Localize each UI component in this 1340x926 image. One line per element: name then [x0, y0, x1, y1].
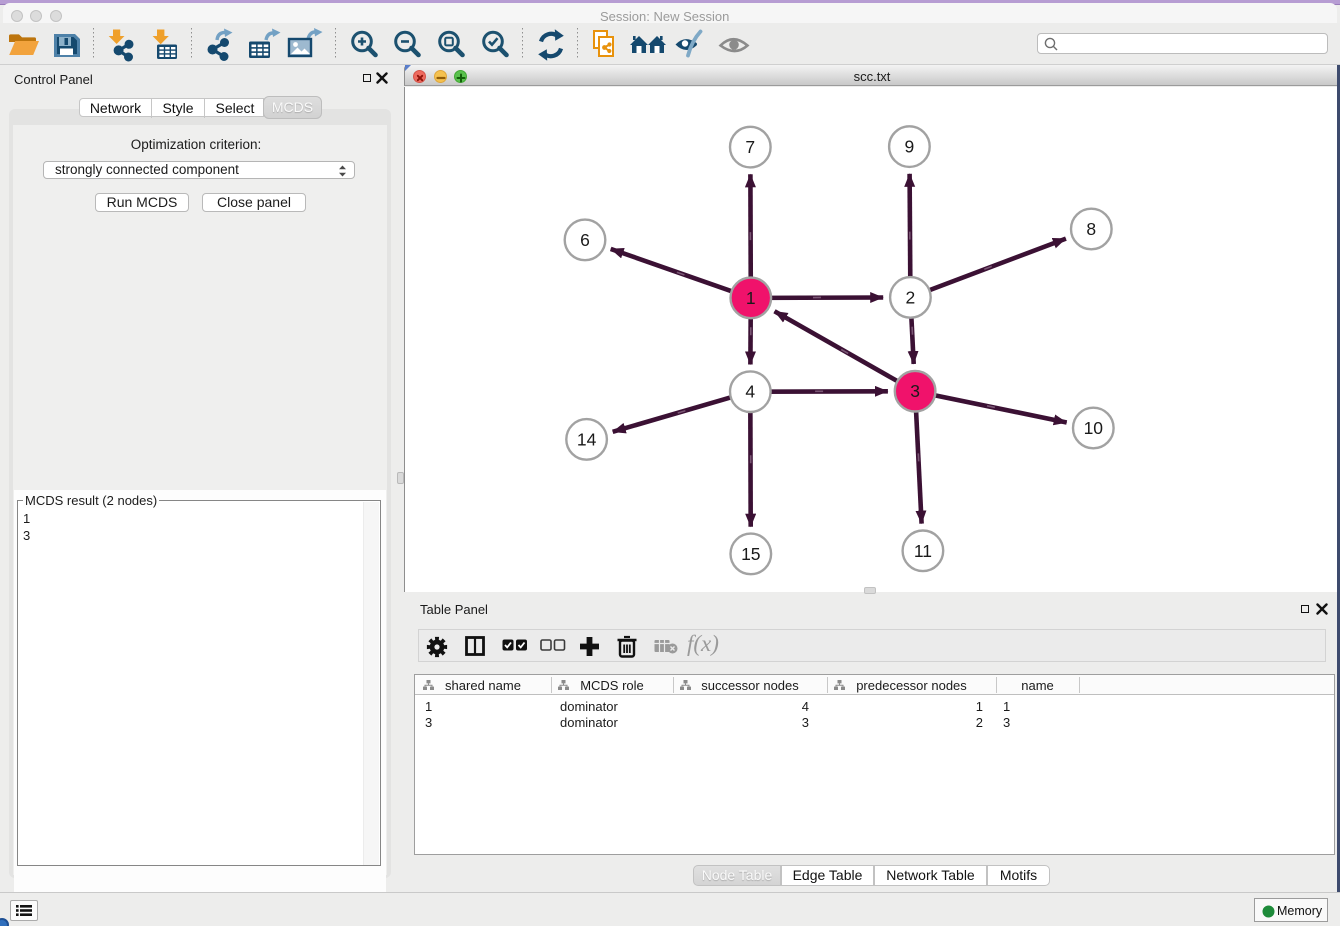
svg-text:2: 2 — [906, 287, 916, 307]
svg-text:3: 3 — [910, 381, 920, 401]
svg-text:8: 8 — [1086, 219, 1096, 239]
svg-text:7: 7 — [745, 137, 755, 157]
svg-text:10: 10 — [1084, 418, 1104, 438]
svg-text:15: 15 — [741, 544, 760, 564]
svg-text:11: 11 — [914, 541, 932, 561]
svg-text:6: 6 — [580, 230, 590, 250]
svg-text:4: 4 — [745, 382, 755, 402]
svg-text:14: 14 — [577, 429, 597, 449]
svg-text:9: 9 — [905, 137, 915, 157]
svg-text:1: 1 — [746, 288, 756, 308]
